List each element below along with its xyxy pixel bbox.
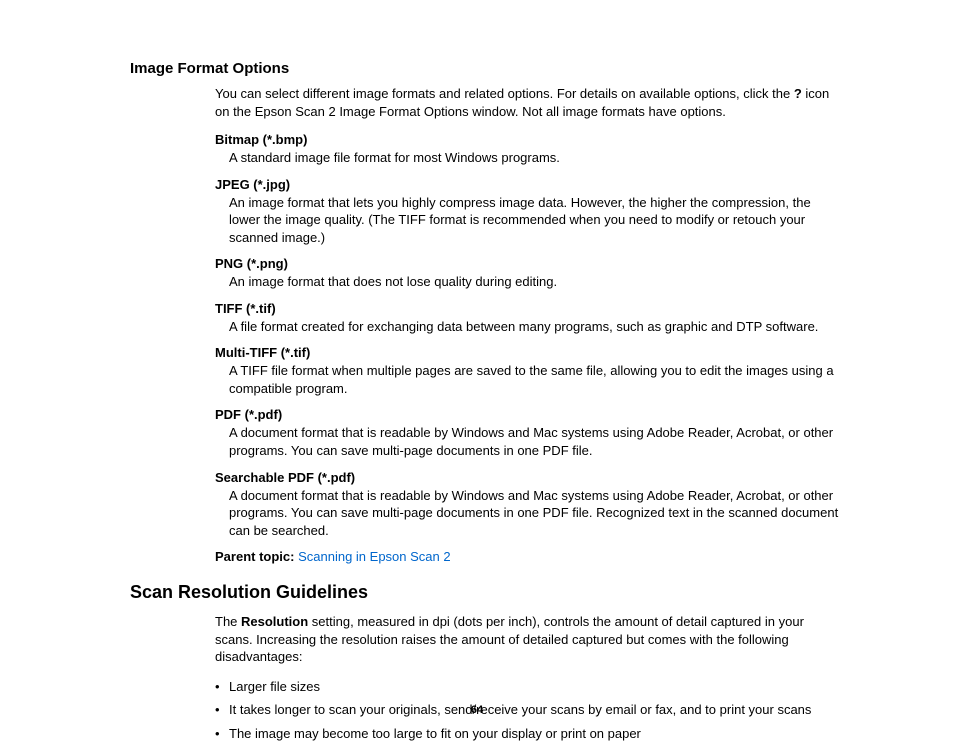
parent-topic-link[interactable]: Scanning in Epson Scan 2 <box>298 549 451 564</box>
format-term-searchable-pdf: Searchable PDF (*.pdf) <box>215 470 844 485</box>
heading-image-format-options: Image Format Options <box>130 60 844 77</box>
intro2-pre: The <box>215 614 241 629</box>
parent-topic-row: Parent topic: Scanning in Epson Scan 2 <box>215 549 844 564</box>
intro2-bold: Resolution <box>241 614 308 629</box>
intro-scan-resolution: The Resolution setting, measured in dpi … <box>215 613 844 666</box>
list-item: Larger file sizes <box>215 678 844 696</box>
heading-scan-resolution-guidelines: Scan Resolution Guidelines <box>130 582 844 603</box>
format-term-pdf: PDF (*.pdf) <box>215 407 844 422</box>
format-desc-png: An image format that does not lose quali… <box>229 273 844 291</box>
format-desc-multitiff: A TIFF file format when multiple pages a… <box>229 362 844 397</box>
format-desc-jpeg: An image format that lets you highly com… <box>229 194 844 247</box>
page-number: 64 <box>0 704 954 716</box>
format-term-multitiff: Multi-TIFF (*.tif) <box>215 345 844 360</box>
format-term-jpeg: JPEG (*.jpg) <box>215 177 844 192</box>
parent-topic-label: Parent topic: <box>215 549 294 564</box>
format-desc-bitmap: A standard image file format for most Wi… <box>229 149 844 167</box>
format-desc-pdf: A document format that is readable by Wi… <box>229 424 844 459</box>
format-term-png: PNG (*.png) <box>215 256 844 271</box>
intro-image-format: You can select different image formats a… <box>215 85 844 120</box>
intro-text-pre: You can select different image formats a… <box>215 86 794 101</box>
format-term-tiff: TIFF (*.tif) <box>215 301 844 316</box>
format-desc-searchable-pdf: A document format that is readable by Wi… <box>229 487 844 540</box>
format-desc-tiff: A file format created for exchanging dat… <box>229 318 844 336</box>
format-term-bitmap: Bitmap (*.bmp) <box>215 132 844 147</box>
help-icon-char: ? <box>794 86 802 101</box>
list-item: The image may become too large to fit on… <box>215 725 844 742</box>
